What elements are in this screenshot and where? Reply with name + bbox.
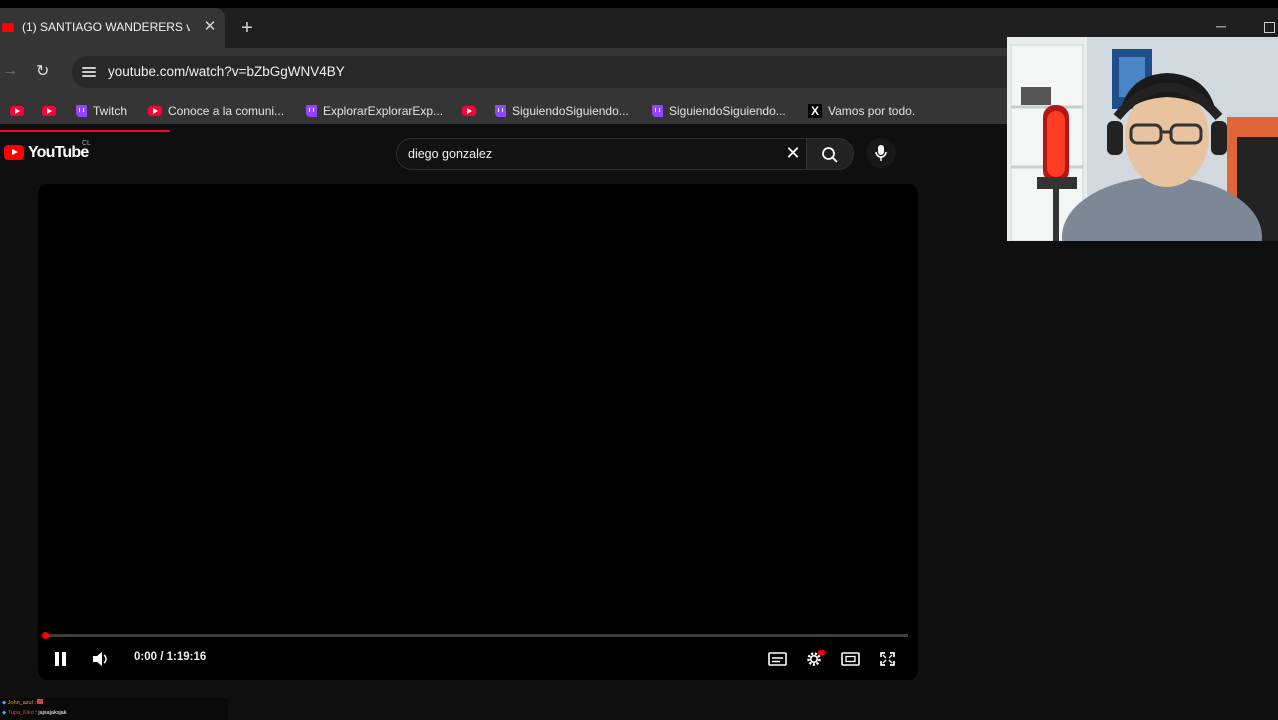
bookmark-item[interactable] — [462, 102, 476, 118]
twitch-icon — [76, 104, 87, 117]
video-player[interactable]: 0:00 / 1:19:16 — [38, 184, 918, 680]
scrubber-handle[interactable] — [42, 632, 49, 639]
youtube-logo-text: YouTube — [28, 144, 89, 161]
twitch-icon — [306, 104, 317, 117]
reload-icon[interactable]: ↻ — [36, 61, 54, 81]
bookmark-item[interactable] — [42, 102, 56, 118]
search-input[interactable]: diego gonzalez ✕ — [396, 138, 812, 170]
bookmark-label: Vamos por todo. — [828, 103, 916, 118]
tab-title: (1) SANTIAGO WANDERERS vs U. DE CHILE — [22, 20, 190, 34]
site-info-icon[interactable] — [82, 65, 96, 79]
forward-arrow-icon[interactable]: → — [2, 62, 18, 80]
youtube-logo-icon — [4, 145, 24, 160]
restore-window-icon[interactable] — [1264, 22, 1275, 33]
bookmark-label: SiguiendoSiguiendo... — [669, 103, 786, 118]
subtitles-icon[interactable] — [768, 650, 788, 668]
page-loading-bar — [0, 130, 170, 132]
bookmark-label: SiguiendoSiguiendo... — [512, 103, 629, 118]
new-tab-button[interactable]: + — [238, 16, 256, 40]
pause-button[interactable] — [54, 652, 68, 666]
chat-message: ◆ John_azul : — [2, 699, 44, 706]
bookmark-item[interactable]: Twitch — [76, 102, 127, 118]
hd-badge — [818, 650, 825, 655]
twitch-icon — [495, 104, 506, 117]
youtube-favicon-icon — [2, 23, 14, 32]
fullscreen-icon[interactable] — [878, 650, 898, 668]
x-icon: X — [808, 103, 822, 118]
minimize-window-icon[interactable]: ─ — [1216, 19, 1230, 33]
tab-close-icon[interactable]: ✕ — [202, 17, 218, 37]
bookmark-item[interactable]: SiguiendoSiguiendo... — [495, 102, 629, 118]
bookmark-item[interactable]: SiguiendoSiguiendo... — [652, 102, 786, 118]
bookmark-label: Twitch — [93, 103, 128, 118]
twitch-icon — [652, 104, 663, 117]
search-button[interactable] — [806, 138, 854, 170]
youtube-icon — [10, 105, 24, 116]
chat-username: Tupa_Kiko — [7, 710, 34, 716]
screen-top-strip — [0, 0, 1278, 8]
search-icon — [822, 147, 838, 163]
search-query[interactable]: diego gonzalez — [408, 147, 492, 161]
stream-chat-overlay: ◆ John_azul : ◆ Tupa_Kiko : jajsajaksjak — [0, 698, 228, 720]
bookmark-item[interactable]: Conoce a la comuni... — [148, 102, 284, 118]
volume-icon[interactable] — [92, 651, 108, 672]
bookmark-label: Conoce a la comuni... — [168, 103, 285, 118]
streamer-webcam-overlay — [1007, 37, 1278, 241]
voice-search-button[interactable] — [866, 138, 896, 168]
clear-search-icon[interactable]: ✕ — [783, 143, 803, 163]
microphone-icon — [875, 145, 887, 161]
chat-username: John_azul — [7, 700, 33, 706]
address-bar[interactable]: youtube.com/watch?v=bZbGgWNV4BY — [72, 56, 1072, 88]
country-code: CL — [82, 140, 91, 147]
youtube-icon — [462, 105, 476, 116]
emote-icon — [37, 699, 44, 704]
settings-gear-icon[interactable] — [805, 650, 825, 668]
youtube-icon — [42, 105, 56, 116]
bookmark-item[interactable]: X Vamos por todo. — [808, 102, 915, 118]
chat-text: jajsajaksjak — [38, 710, 67, 716]
youtube-icon — [148, 105, 162, 116]
bookmark-label: ExplorarExplorarExp... — [323, 103, 444, 118]
time-display: 0:00 / 1:19:16 — [134, 651, 207, 663]
chat-message: ◆ Tupa_Kiko : jajsajaksjak — [2, 710, 67, 716]
bookmark-item[interactable]: ExplorarExplorarExp... — [306, 102, 443, 118]
bookmark-item[interactable] — [10, 102, 24, 118]
browser-tab-active[interactable]: (1) SANTIAGO WANDERERS vs U. DE CHILE ✕ — [0, 8, 225, 48]
progress-bar[interactable] — [46, 634, 908, 637]
theater-mode-icon[interactable] — [841, 650, 861, 668]
url-text[interactable]: youtube.com/watch?v=bZbGgWNV4BY — [108, 64, 345, 79]
